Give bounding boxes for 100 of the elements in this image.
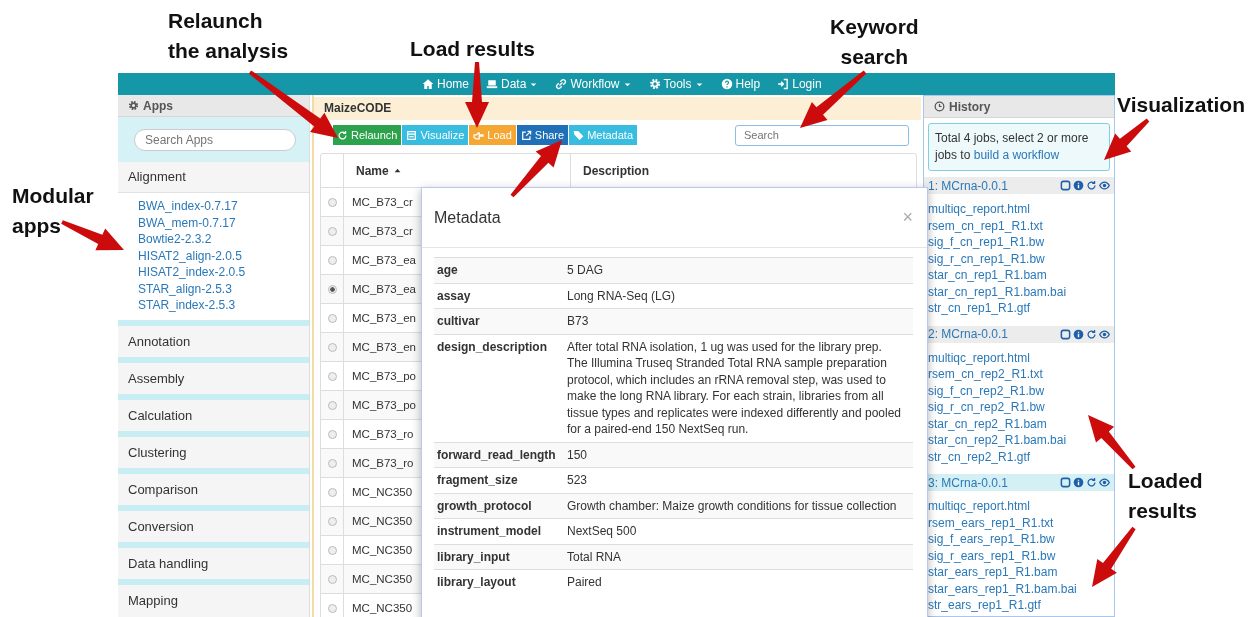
- app-link[interactable]: STAR_align-2.5.3: [138, 280, 309, 297]
- app-link[interactable]: Bowtie2-2.3.2: [138, 231, 309, 248]
- toolbar-button[interactable]: Relaunch: [333, 125, 402, 145]
- metadata-value: Growth chamber: Maize growth conditions for tissue collection: [566, 497, 898, 515]
- nav-link[interactable]: Login: [777, 77, 822, 91]
- row-name: MC_B73_po: [352, 370, 416, 382]
- result-file-link[interactable]: star_cn_rep1_R1.bam.bai: [928, 283, 1067, 300]
- metadata-key: instrument_model: [434, 519, 563, 544]
- row-name: MC_B73_cr: [352, 225, 413, 237]
- nav-link[interactable]: Tools: [648, 77, 704, 91]
- eye-icon[interactable]: [1099, 328, 1110, 340]
- info-circle-icon[interactable]: [1073, 180, 1084, 191]
- pointing-hand-icon: [473, 129, 485, 141]
- square-icon[interactable]: [1060, 180, 1071, 191]
- app-link[interactable]: STAR_index-2.5.3: [138, 297, 309, 314]
- radio-button[interactable]: [327, 545, 337, 555]
- radio-button[interactable]: [327, 371, 337, 381]
- radio-button[interactable]: [327, 197, 337, 207]
- result-file-link[interactable]: str_cn_rep2_R1.gtf: [928, 448, 1031, 465]
- app-link[interactable]: BWA_index-0.7.17: [138, 198, 309, 215]
- eye-icon[interactable]: [1099, 477, 1110, 488]
- job-header[interactable]: 1: MCrna-0.0.1: [924, 177, 1114, 194]
- nav-link[interactable]: Help: [720, 77, 761, 91]
- metadata-key: library_layout: [434, 570, 563, 595]
- result-file-link[interactable]: multiqc_report.html: [928, 498, 1031, 515]
- annotation-label: Keyword search: [830, 14, 919, 70]
- app-link[interactable]: HISAT2_align-2.0.5: [138, 247, 309, 264]
- result-file-link[interactable]: star_ears_rep1_R1.bam: [928, 564, 1058, 581]
- column-header[interactable]: Description: [571, 154, 916, 187]
- square-icon[interactable]: [1060, 477, 1071, 488]
- metadata-value: After total RNA isolation, 1 ug was used for the library prep. The Illumina Truseq Stranded Total RNA sample preparation protocol, which includes an rRNA removal step, was used to make the long RNA library. For each strain, libraries from all tissue types and replicates were indexed differently and pooled for a paired-end 150 NextSeq run.: [566, 338, 902, 438]
- apps-title: Apps: [143, 98, 173, 113]
- result-file-link[interactable]: rsem_ears_rep1_R1.txt: [928, 514, 1054, 531]
- radio-button[interactable]: [327, 313, 337, 323]
- row-name: MC_B73_en: [352, 312, 416, 324]
- refresh-icon[interactable]: [1086, 328, 1097, 340]
- result-file-link[interactable]: str_cn_rep1_R1.gtf: [928, 300, 1031, 317]
- radio-button[interactable]: [327, 574, 337, 584]
- result-file-link[interactable]: star_cn_rep2_R1.bam: [928, 415, 1047, 432]
- radio-button[interactable]: [327, 487, 337, 497]
- search-field[interactable]: Search: [735, 124, 909, 146]
- annotation-arrow: [1088, 415, 1136, 470]
- row-name: MC_B73_en: [352, 341, 416, 353]
- metadata-value: Long RNA-Seq (LG): [566, 287, 677, 305]
- metadata-value: B73: [566, 313, 590, 330]
- nav-link[interactable]: Home: [422, 77, 469, 91]
- radio-button[interactable]: [327, 226, 337, 236]
- eye-icon[interactable]: [1099, 180, 1110, 191]
- job-title: 3: MCrna-0.0.1: [928, 475, 1009, 490]
- radio-button[interactable]: [327, 400, 337, 410]
- row-name: MC_B73_ea: [352, 254, 416, 266]
- metadata-value: NextSeq 500: [566, 523, 638, 540]
- metadata-value: 150: [566, 446, 589, 464]
- metadata-key: fragment_size: [434, 468, 563, 493]
- annotation-label: Relaunch the analysis: [168, 8, 289, 64]
- radio-button[interactable]: [327, 458, 337, 468]
- radio-button[interactable]: [327, 516, 337, 526]
- square-icon[interactable]: [1060, 328, 1071, 340]
- annotation-arrow: [510, 140, 562, 198]
- result-file-link[interactable]: sig_r_ears_rep1_R1.bw: [928, 547, 1056, 564]
- refresh-icon[interactable]: [1086, 180, 1097, 191]
- info-circle-icon[interactable]: [1073, 477, 1084, 488]
- row-name: MC_NC350: [352, 486, 413, 498]
- row-name: MC_B73_po: [352, 399, 416, 411]
- result-file-link[interactable]: star_cn_rep2_R1.bam.bai: [928, 432, 1067, 449]
- search-apps-field[interactable]: Search Apps: [134, 128, 296, 151]
- history-title: History: [949, 99, 991, 114]
- result-file-link[interactable]: str_ears_rep1_R1.gtf: [928, 597, 1041, 614]
- refresh-icon[interactable]: [1086, 477, 1097, 488]
- metadata-key: design_description: [434, 334, 563, 442]
- radio-button[interactable]: [327, 284, 337, 294]
- result-file-link[interactable]: rsem_cn_rep2_R1.txt: [928, 366, 1043, 383]
- result-file-link[interactable]: rsem_cn_rep1_R1.txt: [928, 217, 1043, 234]
- app-link[interactable]: BWA_mem-0.7.17: [138, 214, 309, 231]
- row-name: MC_NC350: [352, 573, 413, 585]
- annotation-arrow: [1092, 526, 1136, 587]
- result-file-link[interactable]: sig_f_cn_rep2_R1.bw: [928, 382, 1045, 399]
- result-file-link[interactable]: sig_f_cn_rep1_R1.bw: [928, 234, 1045, 251]
- result-file-link[interactable]: sig_f_ears_rep1_R1.bw: [928, 531, 1055, 548]
- nav-link[interactable]: Workflow: [555, 77, 632, 91]
- result-file-link[interactable]: star_ears_rep1_R1.bam.bai: [928, 580, 1077, 597]
- result-file-link[interactable]: multiqc_report.html: [928, 349, 1031, 366]
- app-link[interactable]: HISAT2_index-2.0.5: [138, 264, 309, 281]
- radio-button[interactable]: [327, 342, 337, 352]
- result-file-link[interactable]: multiqc_report.html: [928, 201, 1031, 218]
- radio-button[interactable]: [327, 255, 337, 265]
- nav-link[interactable]: Data: [486, 77, 539, 91]
- metadata-key: assay: [434, 283, 563, 308]
- tags-icon: [573, 129, 585, 141]
- radio-button[interactable]: [327, 429, 337, 439]
- row-name: MC_B73_cr: [352, 196, 413, 208]
- result-file-link[interactable]: star_cn_rep1_R1.bam: [928, 267, 1047, 284]
- metadata-value: 5 DAG: [566, 262, 604, 279]
- result-file-link[interactable]: sig_r_cn_rep2_R1.bw: [928, 399, 1045, 416]
- info-circle-icon[interactable]: [1073, 328, 1084, 340]
- gear-icon: [128, 100, 139, 111]
- radio-button[interactable]: [327, 603, 337, 613]
- toolbar-button[interactable]: Share: [516, 125, 569, 145]
- build-workflow-link[interactable]: build a workflow: [973, 148, 1060, 162]
- result-file-link[interactable]: sig_r_cn_rep1_R1.bw: [928, 250, 1045, 267]
